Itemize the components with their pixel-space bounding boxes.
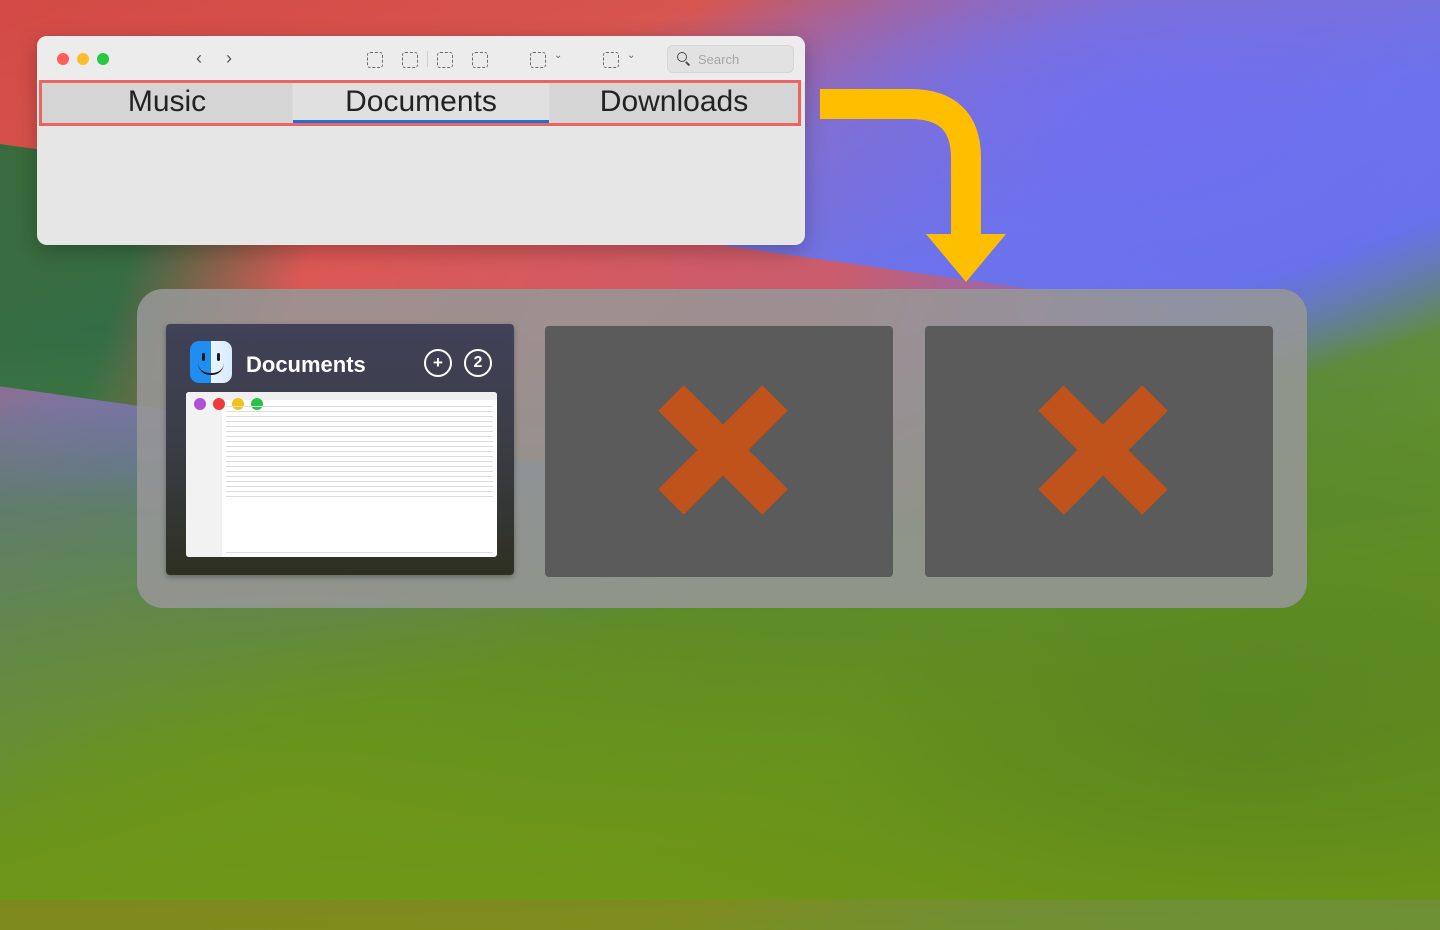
minimize-icon[interactable]	[232, 398, 244, 410]
minimize-window-button[interactable]	[77, 53, 89, 65]
finder-window: ‹ › ⌄ ⌄ Search Music Documents Downloads	[37, 36, 805, 245]
tab-downloads[interactable]: Downloads	[550, 83, 798, 123]
fullscreen-icon[interactable]	[251, 398, 263, 410]
x-mark-icon	[1038, 385, 1168, 515]
window-switcher-panel: Documents + 2	[137, 289, 1307, 608]
preview-sidebar	[186, 392, 222, 557]
group-menu-icon[interactable]	[530, 52, 546, 68]
finder-icon	[190, 341, 232, 383]
list-view-icon[interactable]	[402, 52, 418, 68]
tab-bar-highlight: Music Documents Downloads	[39, 80, 801, 126]
close-window-button[interactable]	[57, 53, 69, 65]
window-titlebar: ‹ › ⌄ ⌄ Search	[37, 36, 805, 82]
window-preview-thumbnail	[186, 392, 497, 557]
search-icon	[677, 52, 687, 62]
toolbar-divider	[427, 51, 428, 67]
power-icon[interactable]	[194, 398, 206, 410]
x-mark-icon	[658, 385, 788, 515]
action-menu-icon[interactable]	[603, 52, 619, 68]
gallery-view-icon[interactable]	[472, 52, 488, 68]
slot-title: Documents	[246, 352, 366, 377]
preview-header	[222, 392, 497, 400]
bent-arrow-icon	[820, 89, 1006, 282]
zoom-window-button[interactable]	[97, 53, 109, 65]
window-slot-2-empty	[545, 326, 893, 577]
window-count-badge: 2	[464, 349, 492, 377]
window-slot-3-empty	[925, 326, 1273, 577]
search-placeholder: Search	[698, 52, 740, 67]
search-field[interactable]: Search	[667, 45, 794, 73]
group-menu-chevron-down-icon[interactable]: ⌄	[554, 50, 562, 61]
column-view-icon[interactable]	[437, 52, 453, 68]
icon-view-icon[interactable]	[367, 52, 383, 68]
window-slot-1[interactable]: Documents + 2	[166, 324, 514, 575]
forward-chevron-icon[interactable]: ›	[219, 48, 239, 68]
tab-documents[interactable]: Documents	[293, 83, 549, 123]
back-chevron-icon[interactable]: ‹	[189, 48, 209, 68]
close-icon[interactable]	[213, 398, 225, 410]
tab-music[interactable]: Music	[42, 83, 292, 123]
add-tab-plus-icon[interactable]: +	[424, 349, 452, 377]
action-menu-chevron-down-icon[interactable]: ⌄	[627, 50, 635, 61]
